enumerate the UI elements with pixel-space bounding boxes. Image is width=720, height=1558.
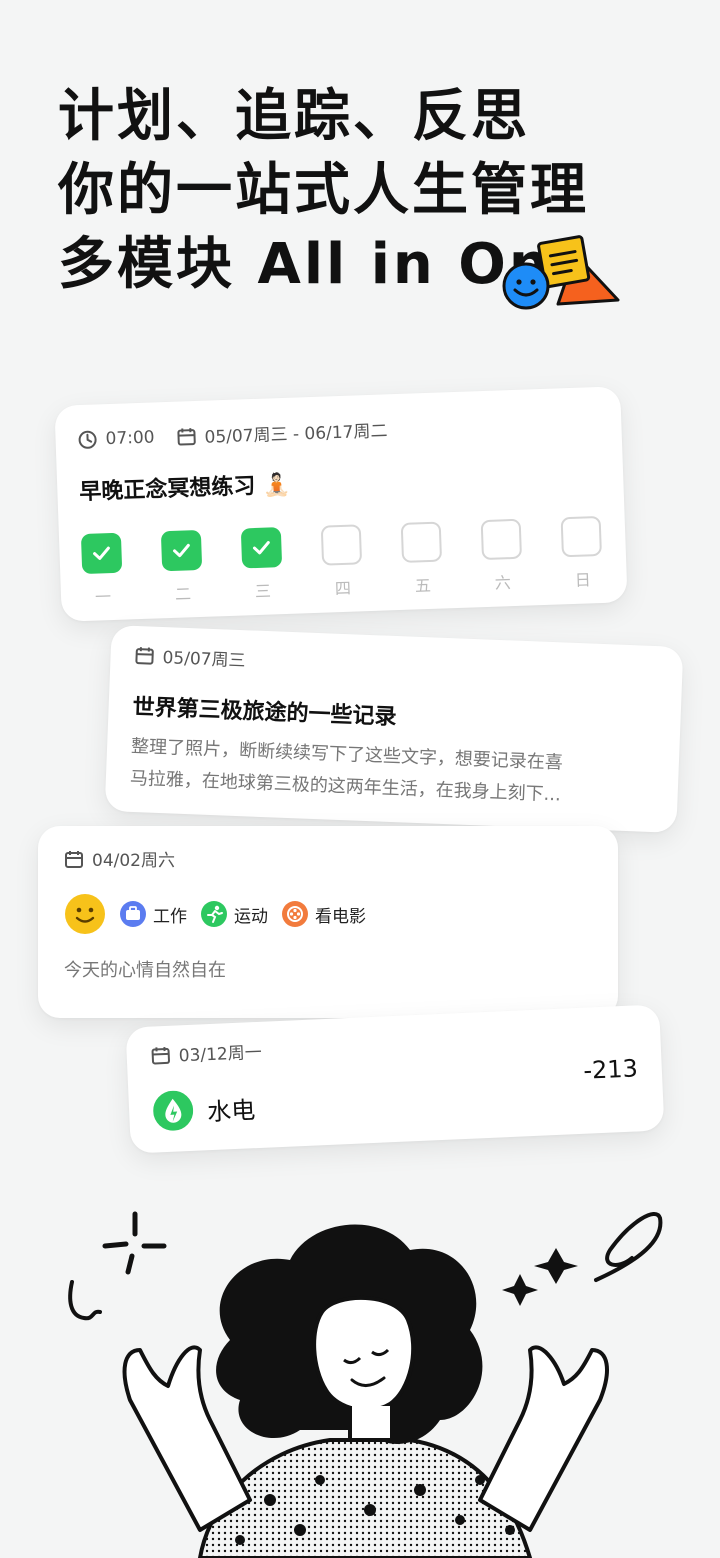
- habit-day-label: 五: [414, 575, 432, 596]
- habit-week-tracker: 一二三四五六日: [80, 515, 605, 608]
- habit-day: 五: [400, 521, 444, 597]
- calendar-icon: [65, 850, 83, 868]
- habit-day-label: 四: [334, 578, 352, 599]
- expense-meta: 03/12周一: [150, 1021, 637, 1067]
- mood-tag-label: 看电影: [315, 906, 366, 927]
- calendar-icon: [135, 646, 154, 665]
- mood-date: 04/02周六: [92, 851, 175, 871]
- habit-checkbox-unchecked[interactable]: [320, 524, 363, 566]
- expense-date: 03/12周一: [178, 1042, 263, 1067]
- mood-tag[interactable]: 看电影: [282, 901, 366, 927]
- mood-tags: 工作 运动 看电影: [64, 893, 592, 935]
- habit-day-label: 六: [494, 573, 512, 593]
- expense-category: 水电: [206, 1095, 256, 1126]
- habit-day: 三: [240, 527, 284, 602]
- clock-icon: [78, 430, 97, 449]
- habit-checkbox-unchecked[interactable]: [400, 521, 443, 563]
- habit-checkbox-checked[interactable]: [160, 529, 203, 572]
- habit-checkbox-checked[interactable]: [240, 527, 283, 569]
- habit-checkbox-unchecked[interactable]: [560, 515, 602, 558]
- mood-note: 今天的心情自然自在: [64, 960, 226, 981]
- journal-card[interactable]: 05/07周三 世界第三极旅途的一些记录 整理了照片，断断续续写下了这些文字，想…: [104, 625, 684, 833]
- mood-tag-label: 运动: [234, 906, 268, 927]
- water-electric-icon: [153, 1090, 194, 1131]
- woman-illustration: [68, 1211, 663, 1558]
- habit-day-label: 一: [94, 587, 112, 607]
- journal-meta: 05/07周三: [134, 642, 661, 687]
- sticker-art-icon: [502, 235, 620, 310]
- habit-day: 一: [80, 532, 124, 608]
- habit-meta: 07:00 05/07周三 - 06/17周二: [77, 409, 600, 452]
- habit-time: 07:00: [105, 426, 155, 449]
- expense-card[interactable]: 03/12周一 水电 -213: [125, 1004, 665, 1154]
- habit-day: 日: [560, 515, 604, 591]
- smiley-mood-icon[interactable]: [64, 893, 106, 935]
- habit-day-label: 日: [574, 570, 592, 590]
- film-reel-icon: [282, 901, 308, 927]
- mood-tag[interactable]: 工作: [120, 901, 187, 927]
- habit-day: 四: [320, 524, 364, 599]
- habit-day: 六: [480, 518, 524, 594]
- journal-excerpt: 整理了照片，断断续续写下了这些文字，想要记录在喜 马拉雅，在地球第三极的这两年生…: [129, 731, 657, 815]
- running-icon: [201, 901, 227, 927]
- headline-line-2: 你的一站式人生管理: [58, 158, 589, 223]
- headline-line-1: 计划、追踪、反思: [58, 84, 530, 149]
- mood-tag-label: 工作: [153, 906, 187, 927]
- habit-day-label: 二: [174, 584, 192, 604]
- checkmark-icon: [93, 546, 110, 560]
- calendar-icon: [151, 1046, 170, 1064]
- habit-date-range: 05/07周三 - 06/17周二: [204, 421, 388, 448]
- mood-card[interactable]: 04/02周六 工作 运动 看电影 今天的心情自然自在: [38, 826, 618, 1018]
- mood-tag[interactable]: 运动: [201, 901, 268, 927]
- habit-title: 早晚正念冥想练习 🧘🏻: [79, 472, 291, 506]
- briefcase-icon: [120, 901, 146, 927]
- journal-date: 05/07周三: [162, 648, 246, 672]
- calendar-icon: [177, 427, 196, 446]
- checkmark-icon: [173, 543, 190, 558]
- checkmark-icon: [252, 541, 270, 555]
- habit-checkbox-checked[interactable]: [80, 532, 123, 575]
- sparkle-icon: [102, 1211, 167, 1275]
- habit-day-label: 三: [254, 581, 272, 602]
- habit-card[interactable]: 07:00 05/07周三 - 06/17周二 早晚正念冥想练习 🧘🏻 一 二 三 四…: [54, 386, 628, 622]
- habit-checkbox-unchecked[interactable]: [480, 518, 523, 561]
- habit-day: 二: [160, 529, 204, 605]
- mood-meta: 04/02周六: [64, 846, 592, 871]
- expense-amount: -213: [582, 1054, 639, 1085]
